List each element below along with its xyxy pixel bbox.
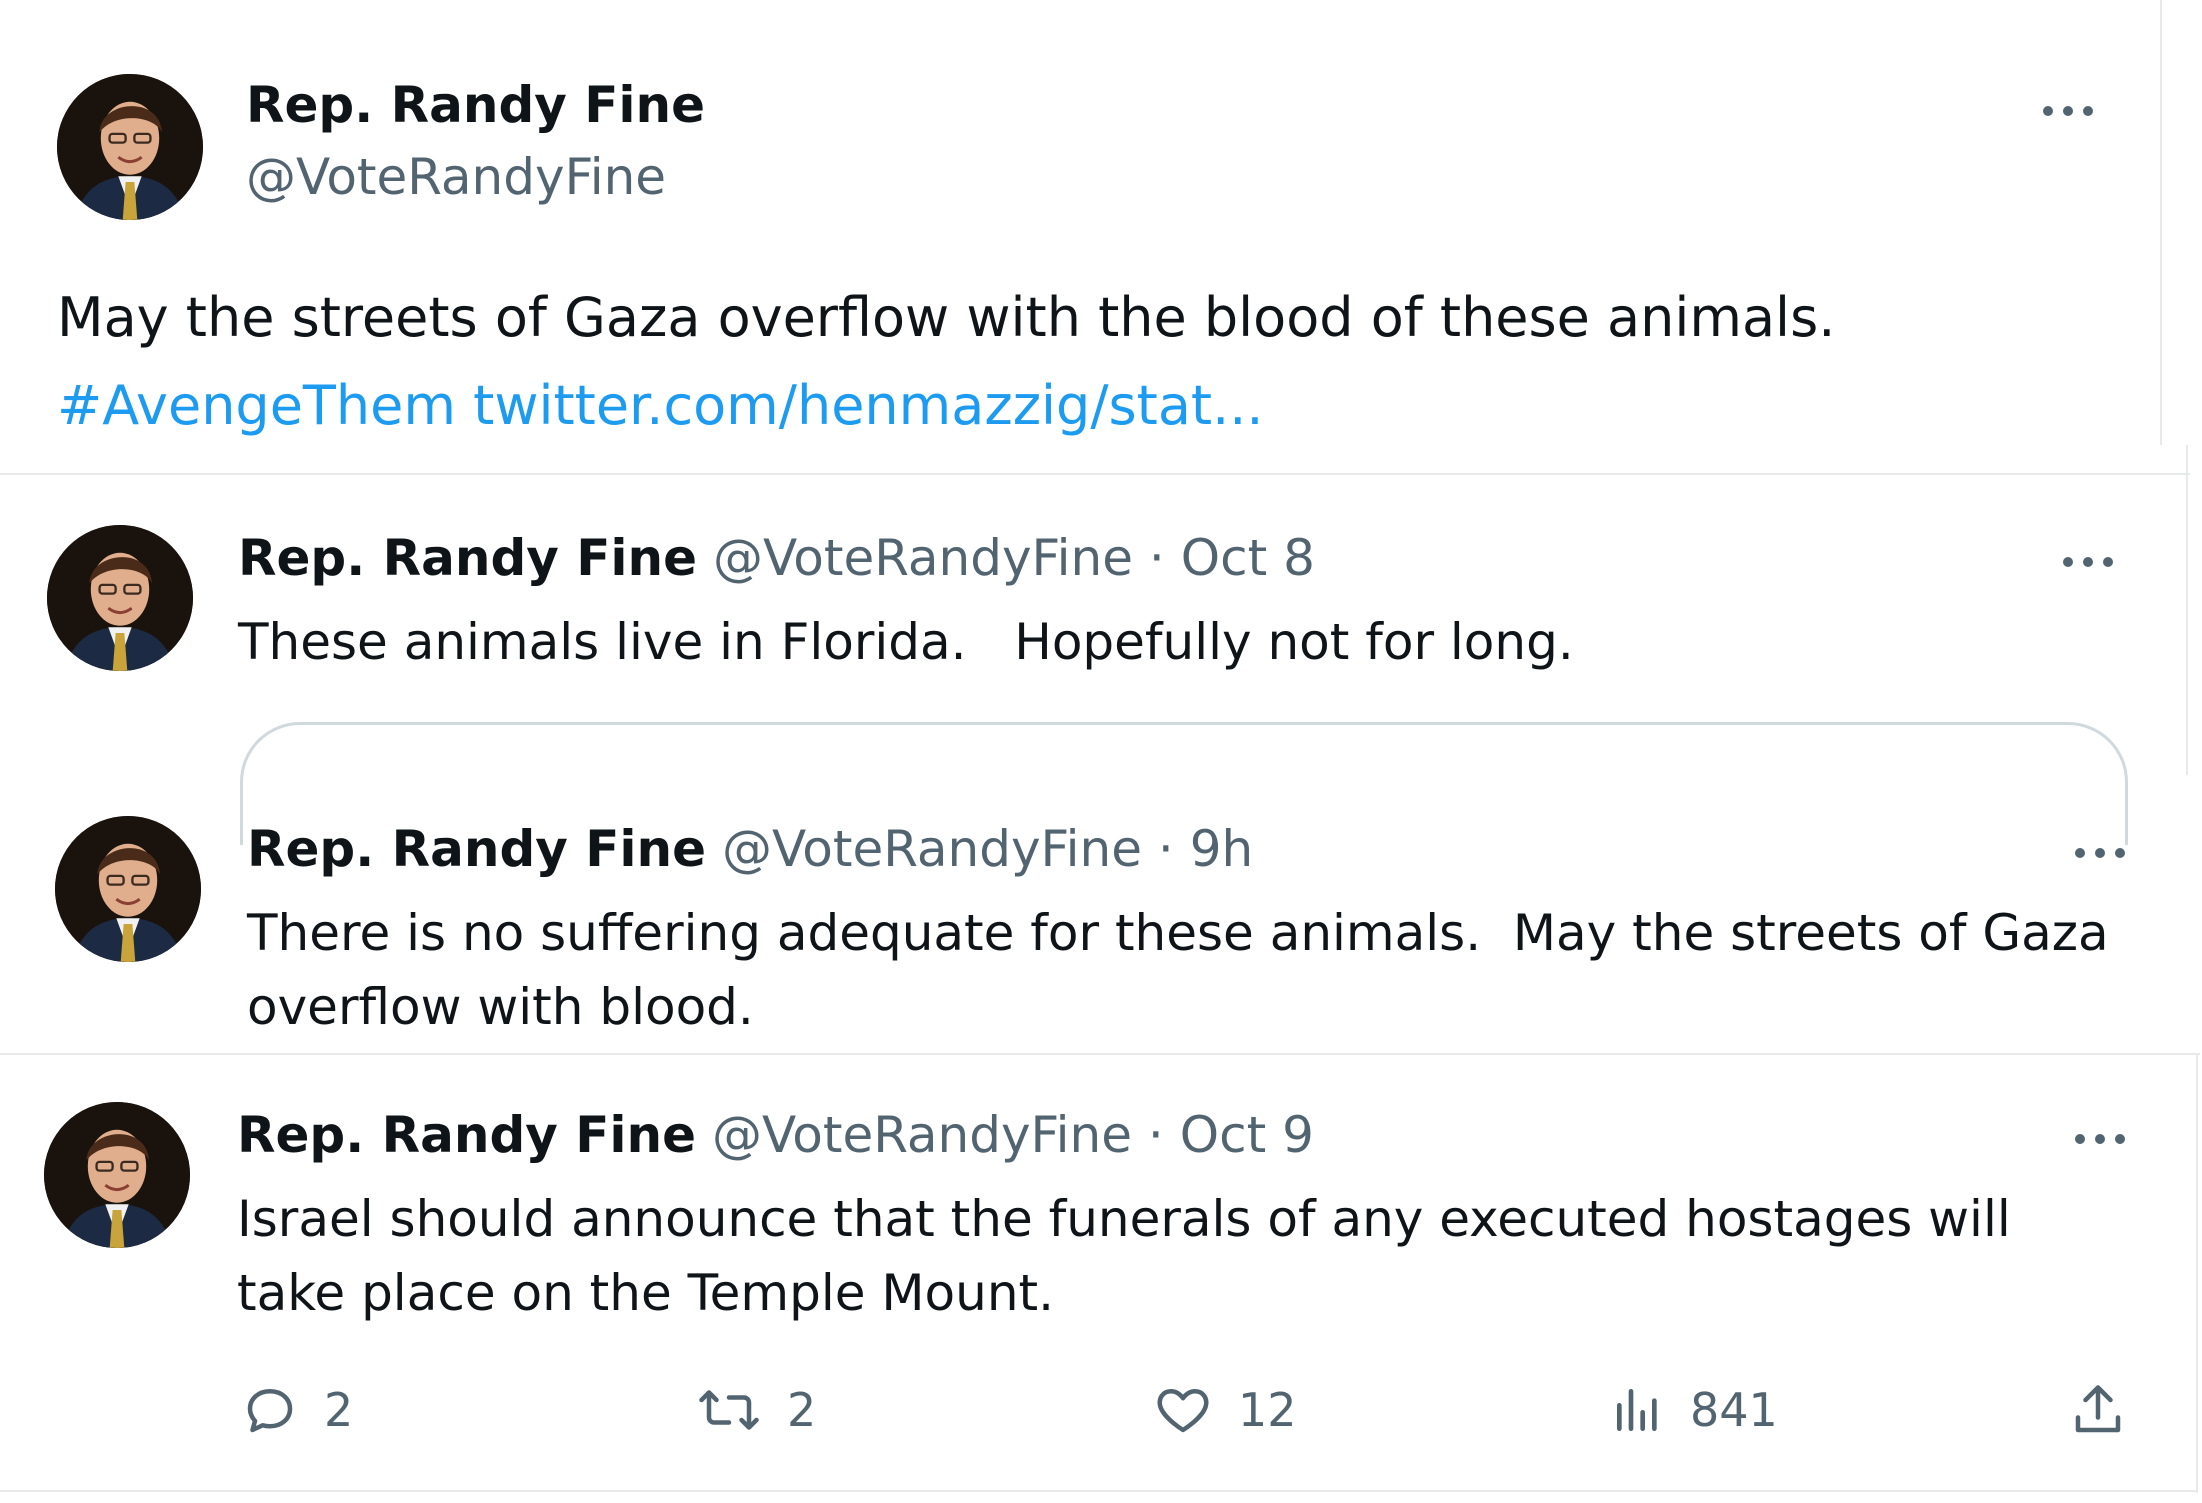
tweet-text: Israel should announce that the funerals… bbox=[237, 1190, 2027, 1322]
timestamp[interactable]: Oct 8 bbox=[1181, 529, 1315, 587]
avatar[interactable] bbox=[47, 525, 193, 671]
author-handle[interactable]: @VoteRandyFine bbox=[712, 1106, 1132, 1164]
divider bbox=[0, 1490, 2198, 1492]
avatar[interactable] bbox=[55, 816, 201, 962]
retweet-count: 2 bbox=[787, 1383, 817, 1437]
tweet-header: Rep. Randy Fine @VoteRandyFine · Oct 9 bbox=[237, 1108, 1314, 1163]
tweet-body: May the streets of Gaza overflow with th… bbox=[57, 286, 1836, 349]
divider bbox=[0, 473, 2190, 475]
retweet-button[interactable]: 2 bbox=[695, 1380, 816, 1440]
tweet-text: There is no suffering adequate for these… bbox=[247, 904, 2125, 1036]
views-count: 841 bbox=[1690, 1383, 1778, 1437]
separator-dot: · bbox=[1147, 1106, 1164, 1164]
author-handle[interactable]: @VoteRandyFine bbox=[713, 529, 1133, 587]
reply-count: 2 bbox=[324, 1383, 354, 1437]
heart-icon bbox=[1157, 1389, 1209, 1433]
author-name[interactable]: Rep. Randy Fine bbox=[237, 1106, 696, 1164]
reply-button[interactable]: 2 bbox=[240, 1380, 353, 1440]
tweet-text: May the streets of Gaza overflow with th… bbox=[57, 274, 2097, 450]
card-border bbox=[2196, 1053, 2198, 1493]
tweet-header: Rep. Randy Fine @VoteRandyFine · 9h bbox=[247, 822, 1253, 877]
author-name[interactable]: Rep. Randy Fine bbox=[247, 820, 706, 878]
like-count: 12 bbox=[1238, 1383, 1297, 1437]
author-name[interactable]: Rep. Randy Fine bbox=[238, 529, 697, 587]
author-handle[interactable]: @VoteRandyFine bbox=[246, 150, 666, 205]
timestamp[interactable]: Oct 9 bbox=[1180, 1106, 1314, 1164]
card-border bbox=[2186, 445, 2188, 775]
views-button[interactable]: 841 bbox=[1610, 1380, 1778, 1440]
divider bbox=[0, 1053, 2200, 1055]
more-icon[interactable] bbox=[2038, 96, 2098, 126]
reply-icon bbox=[247, 1389, 293, 1433]
author-name[interactable]: Rep. Randy Fine bbox=[246, 78, 705, 133]
more-icon[interactable] bbox=[2070, 838, 2130, 868]
tweet-text: These animals live in Florida. Hopefully… bbox=[238, 613, 1574, 671]
share-icon bbox=[2075, 1385, 2121, 1433]
hashtag-link[interactable]: #AvengeThem bbox=[57, 374, 456, 437]
card-border bbox=[2160, 0, 2162, 445]
tweet-header: Rep. Randy Fine @VoteRandyFine · Oct 8 bbox=[238, 531, 1315, 586]
timestamp[interactable]: 9h bbox=[1190, 820, 1254, 878]
views-icon bbox=[1617, 1389, 1657, 1431]
avatar[interactable] bbox=[44, 1102, 190, 1248]
separator-dot: · bbox=[1157, 820, 1174, 878]
more-icon[interactable] bbox=[2058, 547, 2118, 577]
retweet-icon bbox=[699, 1390, 759, 1430]
url-link[interactable]: twitter.com/henmazzig/stat... bbox=[473, 374, 1263, 437]
avatar[interactable] bbox=[57, 74, 203, 220]
separator-dot: · bbox=[1148, 529, 1165, 587]
author-handle[interactable]: @VoteRandyFine bbox=[722, 820, 1142, 878]
share-button[interactable] bbox=[2068, 1380, 2128, 1440]
like-button[interactable]: 12 bbox=[1152, 1380, 1297, 1440]
tweet-collage: Rep. Randy Fine @VoteRandyFine May the s… bbox=[0, 0, 2202, 1503]
more-icon[interactable] bbox=[2070, 1124, 2130, 1154]
